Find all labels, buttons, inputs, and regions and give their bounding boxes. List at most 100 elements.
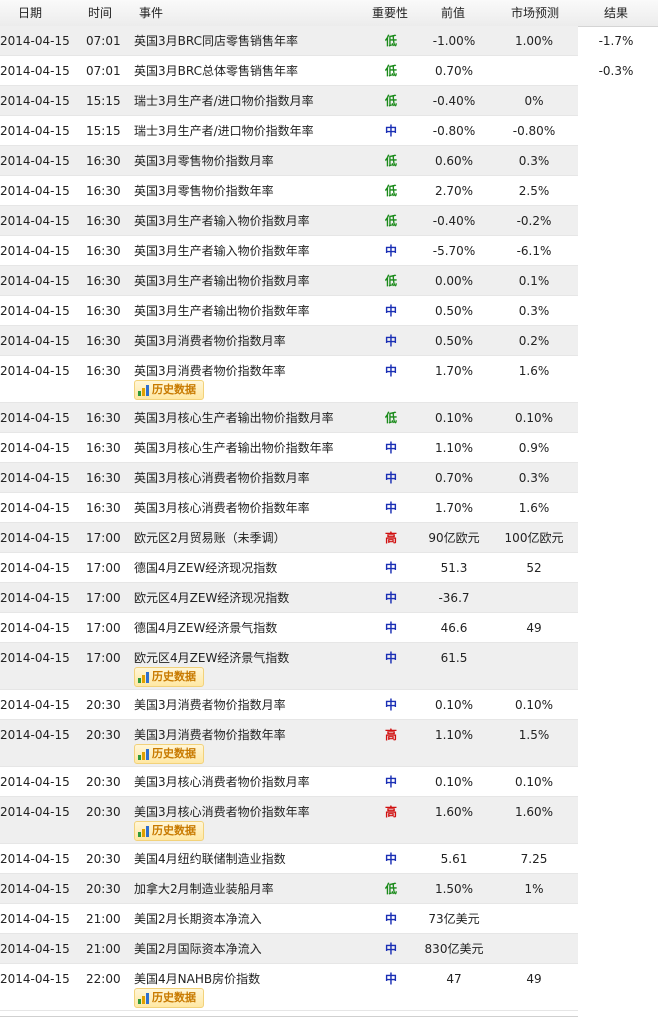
row-result	[578, 236, 654, 266]
row-event: 德国4月ZEW经济现况指数	[134, 561, 278, 575]
table-row: 2014-04-15 16:30 英国3月核心生产者输出物价指数月率 低 0.10% 0.…	[0, 403, 578, 433]
row-time: 20:30	[86, 805, 121, 819]
row-previous: 0.00%	[434, 274, 474, 288]
table-row: 2014-04-15 16:30 英国3月生产者输出物价指数月率 低 0.00% 0.1%	[0, 266, 578, 296]
row-result	[578, 720, 654, 750]
row-previous: -0.40%	[432, 94, 476, 108]
row-result	[578, 844, 654, 874]
row-date: 2014-04-15	[0, 852, 70, 866]
row-time: 17:00	[86, 561, 121, 575]
table-row: 2014-04-15 16:30 英国3月消费者物价指数月率 中 0.50% 0.2%	[0, 326, 578, 356]
row-event: 美国3月核心消费者物价指数月率	[134, 775, 310, 789]
history-data-label: 历史数据	[152, 824, 196, 837]
row-importance: 中	[384, 334, 397, 348]
table-row: 2014-04-15 16:30 英国3月核心消费者物价指数年率 中 1.70% 1.6%	[0, 493, 578, 523]
row-result	[578, 690, 654, 720]
row-forecast: 2.5%	[518, 184, 550, 198]
table-row: 2014-04-15 16:30 英国3月生产者输入物价指数月率 低 -0.40% -0.…	[0, 206, 578, 236]
row-result	[578, 874, 654, 904]
row-event: 德国4月ZEW经济景气指数	[134, 621, 278, 635]
table-row: 2014-04-15 16:30 英国3月生产者输出物价指数年率 中 0.50% 0.3%	[0, 296, 578, 326]
row-date: 2014-04-15	[0, 805, 70, 819]
row-importance: 中	[384, 591, 397, 605]
row-previous: 46.6	[440, 621, 468, 635]
header-previous: 前值	[441, 6, 466, 20]
table-row: 2014-04-15 07:01 英国3月BRC同店零售销售年率 低 -1.00% 1.0…	[0, 26, 633, 56]
row-event: 英国3月核心消费者物价指数年率	[134, 501, 310, 515]
row-forecast: 52	[526, 561, 542, 575]
row-date: 2014-04-15	[0, 214, 70, 228]
table-row: 2014-04-15 22:00 美国4月NAHB房价指数中 47 49 历史数据	[0, 964, 578, 1011]
row-importance: 中	[384, 561, 397, 575]
row-importance: 高	[384, 728, 397, 742]
table-row: 2014-04-15 16:30 英国3月消费者物价指数年率中 1.70% 1.6% 历史…	[0, 356, 578, 403]
table-row: 2014-04-15 20:30 美国4月纽约联储制造业指数 中 5.61 7.25	[0, 844, 578, 874]
row-previous: 1.70%	[434, 501, 474, 515]
table-row: 2014-04-15 20:30 美国3月核心消费者物价指数月率 中 0.10% 0.10…	[0, 767, 578, 797]
row-importance: 低	[384, 64, 397, 78]
row-importance: 中	[384, 501, 397, 515]
row-forecast: 100亿欧元	[504, 531, 564, 545]
row-date: 2014-04-15	[0, 698, 70, 712]
history-data-button[interactable]: 历史数据	[134, 380, 204, 400]
row-result	[578, 266, 654, 296]
row-result	[578, 296, 654, 326]
row-forecast: 1.00%	[514, 34, 554, 48]
row-result: -1.7%	[598, 34, 634, 48]
row-forecast: 0.2%	[518, 334, 550, 348]
row-importance: 中	[384, 621, 397, 635]
row-event: 英国3月核心生产者输出物价指数年率	[134, 441, 334, 455]
row-forecast: 49	[526, 972, 542, 986]
row-importance: 高	[384, 805, 397, 819]
row-importance: 中	[384, 124, 397, 138]
row-result	[578, 767, 654, 797]
row-event: 加拿大2月制造业装船月率	[134, 882, 274, 896]
row-previous: 1.10%	[434, 728, 474, 742]
table-row: 2014-04-15 21:00 美国2月国际资本净流入 中 830亿美元	[0, 934, 578, 964]
history-data-button[interactable]: 历史数据	[134, 744, 204, 764]
history-data-button[interactable]: 历史数据	[134, 988, 204, 1008]
row-importance: 中	[384, 441, 397, 455]
history-data-button[interactable]: 历史数据	[134, 821, 204, 841]
row-time: 21:00	[86, 942, 121, 956]
row-time: 20:30	[86, 775, 121, 789]
row-previous: 61.5	[440, 651, 468, 665]
table-row: 2014-04-15 15:15 瑞士3月生产者/进口物价指数年率 中 -0.80% -0…	[0, 116, 578, 146]
row-date: 2014-04-15	[0, 94, 70, 108]
row-event: 美国4月纽约联储制造业指数	[134, 852, 286, 866]
row-event: 英国3月消费者物价指数月率	[134, 334, 286, 348]
row-forecast	[494, 934, 574, 964]
row-previous: 0.50%	[434, 304, 474, 318]
row-event: 美国2月长期资本净流入	[134, 912, 262, 926]
row-previous: 1.60%	[434, 805, 474, 819]
row-event: 英国3月零售物价指数年率	[134, 184, 274, 198]
table-row: 2014-04-15 16:30 英国3月零售物价指数月率 低 0.60% 0.3%	[0, 146, 578, 176]
row-previous: 5.61	[440, 852, 468, 866]
row-result	[578, 523, 654, 553]
row-date: 2014-04-15	[0, 728, 70, 742]
row-previous: 0.60%	[434, 154, 474, 168]
row-previous: -5.70%	[432, 244, 476, 258]
row-previous: -36.7	[438, 591, 470, 605]
row-forecast	[494, 583, 574, 613]
row-forecast: 0.3%	[518, 471, 550, 485]
row-event: 欧元区2月贸易账（未季调）	[134, 531, 286, 545]
row-importance: 低	[384, 274, 397, 288]
row-forecast	[494, 904, 574, 934]
row-time: 16:30	[86, 214, 121, 228]
row-result	[578, 176, 654, 206]
row-forecast: -0.2%	[516, 214, 552, 228]
row-result	[578, 206, 654, 236]
row-time: 16:30	[86, 184, 121, 198]
bar-chart-icon	[138, 749, 149, 760]
row-time: 16:30	[86, 501, 121, 515]
row-previous: 0.10%	[434, 698, 474, 712]
row-date: 2014-04-15	[0, 501, 70, 515]
row-time: 17:00	[86, 531, 121, 545]
row-previous: 0.50%	[434, 334, 474, 348]
table-row: 2014-04-15 21:00 美国2月长期资本净流入 中 73亿美元	[0, 904, 578, 934]
row-importance: 低	[384, 882, 397, 896]
row-importance: 低	[384, 184, 397, 198]
history-data-button[interactable]: 历史数据	[134, 667, 204, 687]
row-date: 2014-04-15	[0, 471, 70, 485]
